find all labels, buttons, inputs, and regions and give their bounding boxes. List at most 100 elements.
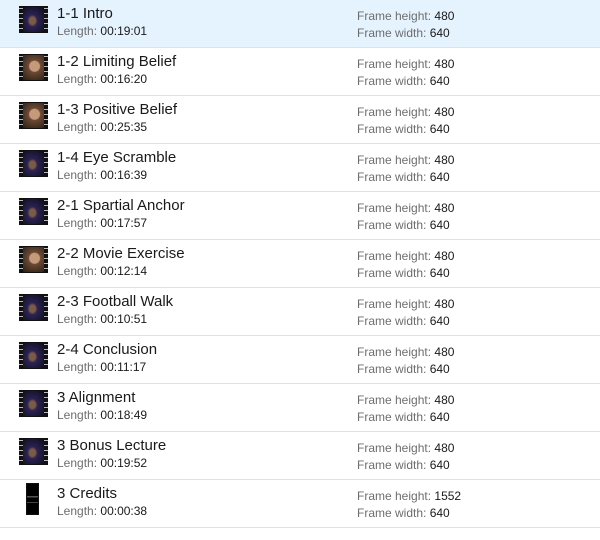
frame-width-value: 640 <box>429 266 450 280</box>
frame-height-value: 480 <box>434 105 455 119</box>
file-title: 2-2 Movie Exercise <box>57 245 185 262</box>
file-row[interactable]: 2-2 Movie Exercise Length: 00:12:14 Frame … <box>0 240 600 288</box>
file-length-label: Length: <box>57 168 98 182</box>
frame-height-value: 480 <box>434 393 455 407</box>
file-length-label: Length: <box>57 456 98 470</box>
frame-height: Frame height: 480 <box>357 441 454 455</box>
file-length-label: Length: <box>57 360 98 374</box>
file-length-value: 00:19:52 <box>100 456 148 470</box>
frame-height: Frame height: 480 <box>357 201 454 215</box>
frame-height-value: 480 <box>434 297 455 311</box>
frame-width-label: Frame width: <box>357 506 427 520</box>
frame-height-label: Frame height: <box>357 297 432 311</box>
file-length-label: Length: <box>57 120 98 134</box>
file-length: Length: 00:19:52 <box>57 456 147 470</box>
file-title: 1-4 Eye Scramble <box>57 149 177 166</box>
file-length: Length: 00:17:57 <box>57 216 147 230</box>
frame-height: Frame height: 480 <box>357 297 454 311</box>
frame-height-value: 480 <box>434 249 455 263</box>
file-title: 2-3 Football Walk <box>57 293 174 310</box>
frame-height-label: Frame height: <box>357 9 432 23</box>
file-length: Length: 00:10:51 <box>57 312 147 326</box>
video-thumbnail-icon <box>19 150 48 177</box>
frame-width: Frame width: 640 <box>357 362 450 376</box>
file-length-label: Length: <box>57 216 98 230</box>
frame-width: Frame width: 640 <box>357 458 450 472</box>
frame-height-value: 480 <box>434 153 455 167</box>
file-title: 2-1 Spartial Anchor <box>57 197 185 214</box>
file-row[interactable]: 1-1 Intro Length: 00:19:01 Frame height: 4… <box>0 0 600 48</box>
video-thumbnail-icon <box>19 54 48 81</box>
frame-width: Frame width: 640 <box>357 314 450 328</box>
video-thumbnail-icon <box>26 483 39 515</box>
video-thumbnail-icon <box>19 342 48 369</box>
frame-height-value: 1552 <box>434 489 462 503</box>
frame-height-label: Frame height: <box>357 201 432 215</box>
file-length: Length: 00:19:01 <box>57 24 147 38</box>
frame-width-value: 640 <box>429 362 450 376</box>
frame-height-label: Frame height: <box>357 105 432 119</box>
frame-width: Frame width: 640 <box>357 506 450 520</box>
file-length: Length: 00:16:39 <box>57 168 147 182</box>
frame-width: Frame width: 640 <box>357 170 450 184</box>
frame-width: Frame width: 640 <box>357 266 450 280</box>
file-row[interactable]: 3 Credits Length: 00:00:38 Frame height: 1… <box>0 480 600 528</box>
file-row[interactable]: 1-2 Limiting Belief Length: 00:16:20 Frame… <box>0 48 600 96</box>
frame-width: Frame width: 640 <box>357 410 450 424</box>
frame-height-value: 480 <box>434 441 455 455</box>
frame-height: Frame height: 480 <box>357 249 454 263</box>
file-row[interactable]: 1-4 Eye Scramble Length: 00:16:39 Frame he… <box>0 144 600 192</box>
video-thumbnail-icon <box>19 390 48 417</box>
file-row[interactable]: 3 Bonus Lecture Length: 00:19:52 Frame hei… <box>0 432 600 480</box>
video-thumbnail-icon <box>19 294 48 321</box>
file-title: 1-1 Intro <box>57 5 113 22</box>
frame-width-label: Frame width: <box>357 410 427 424</box>
file-length-value: 00:12:14 <box>100 264 148 278</box>
file-title: 3 Alignment <box>57 389 136 406</box>
file-length-value: 00:17:57 <box>100 216 148 230</box>
video-thumbnail-icon <box>19 246 48 273</box>
file-length: Length: 00:00:38 <box>57 504 147 518</box>
frame-width-value: 640 <box>429 314 450 328</box>
frame-height-label: Frame height: <box>357 393 432 407</box>
file-row[interactable]: 3 Alignment Length: 00:18:49 Frame height:… <box>0 384 600 432</box>
file-length: Length: 00:16:20 <box>57 72 147 86</box>
file-length-label: Length: <box>57 312 98 326</box>
frame-width-value: 640 <box>429 26 450 40</box>
file-row[interactable]: 1-3 Positive Belief Length: 00:25:35 Frame… <box>0 96 600 144</box>
frame-width-value: 640 <box>429 218 450 232</box>
frame-width-value: 640 <box>429 458 450 472</box>
file-title: 1-3 Positive Belief <box>57 101 178 118</box>
frame-width-label: Frame width: <box>357 218 427 232</box>
frame-height: Frame height: 480 <box>357 393 454 407</box>
frame-width-label: Frame width: <box>357 266 427 280</box>
file-length-label: Length: <box>57 72 98 86</box>
file-length-value: 00:18:49 <box>100 408 148 422</box>
file-row[interactable]: 2-3 Football Walk Length: 00:10:51 Frame h… <box>0 288 600 336</box>
video-thumbnail-icon <box>19 438 48 465</box>
video-thumbnail-icon <box>19 102 48 129</box>
frame-height: Frame height: 480 <box>357 9 454 23</box>
file-row[interactable]: 2-4 Conclusion Length: 00:11:17 Frame heig… <box>0 336 600 384</box>
video-thumbnail-icon <box>19 6 48 33</box>
video-thumbnail-icon <box>19 198 48 225</box>
frame-width-value: 640 <box>429 122 450 136</box>
file-length-label: Length: <box>57 504 98 518</box>
file-length: Length: 00:18:49 <box>57 408 147 422</box>
file-row[interactable]: 2-1 Spartial Anchor Length: 00:17:57 Frame… <box>0 192 600 240</box>
frame-width-label: Frame width: <box>357 122 427 136</box>
file-length-value: 00:16:20 <box>100 72 148 86</box>
file-title: 2-4 Conclusion <box>57 341 158 358</box>
frame-height: Frame height: 480 <box>357 345 454 359</box>
frame-width-label: Frame width: <box>357 314 427 328</box>
frame-height: Frame height: 480 <box>357 105 454 119</box>
file-title: 1-2 Limiting Belief <box>57 53 177 70</box>
file-length-value: 00:25:35 <box>100 120 148 134</box>
frame-width: Frame width: 640 <box>357 74 450 88</box>
frame-height: Frame height: 480 <box>357 153 454 167</box>
frame-height-value: 480 <box>434 9 455 23</box>
frame-height-value: 480 <box>434 201 455 215</box>
file-length: Length: 00:12:14 <box>57 264 147 278</box>
frame-width: Frame width: 640 <box>357 26 450 40</box>
frame-width-value: 640 <box>429 506 450 520</box>
